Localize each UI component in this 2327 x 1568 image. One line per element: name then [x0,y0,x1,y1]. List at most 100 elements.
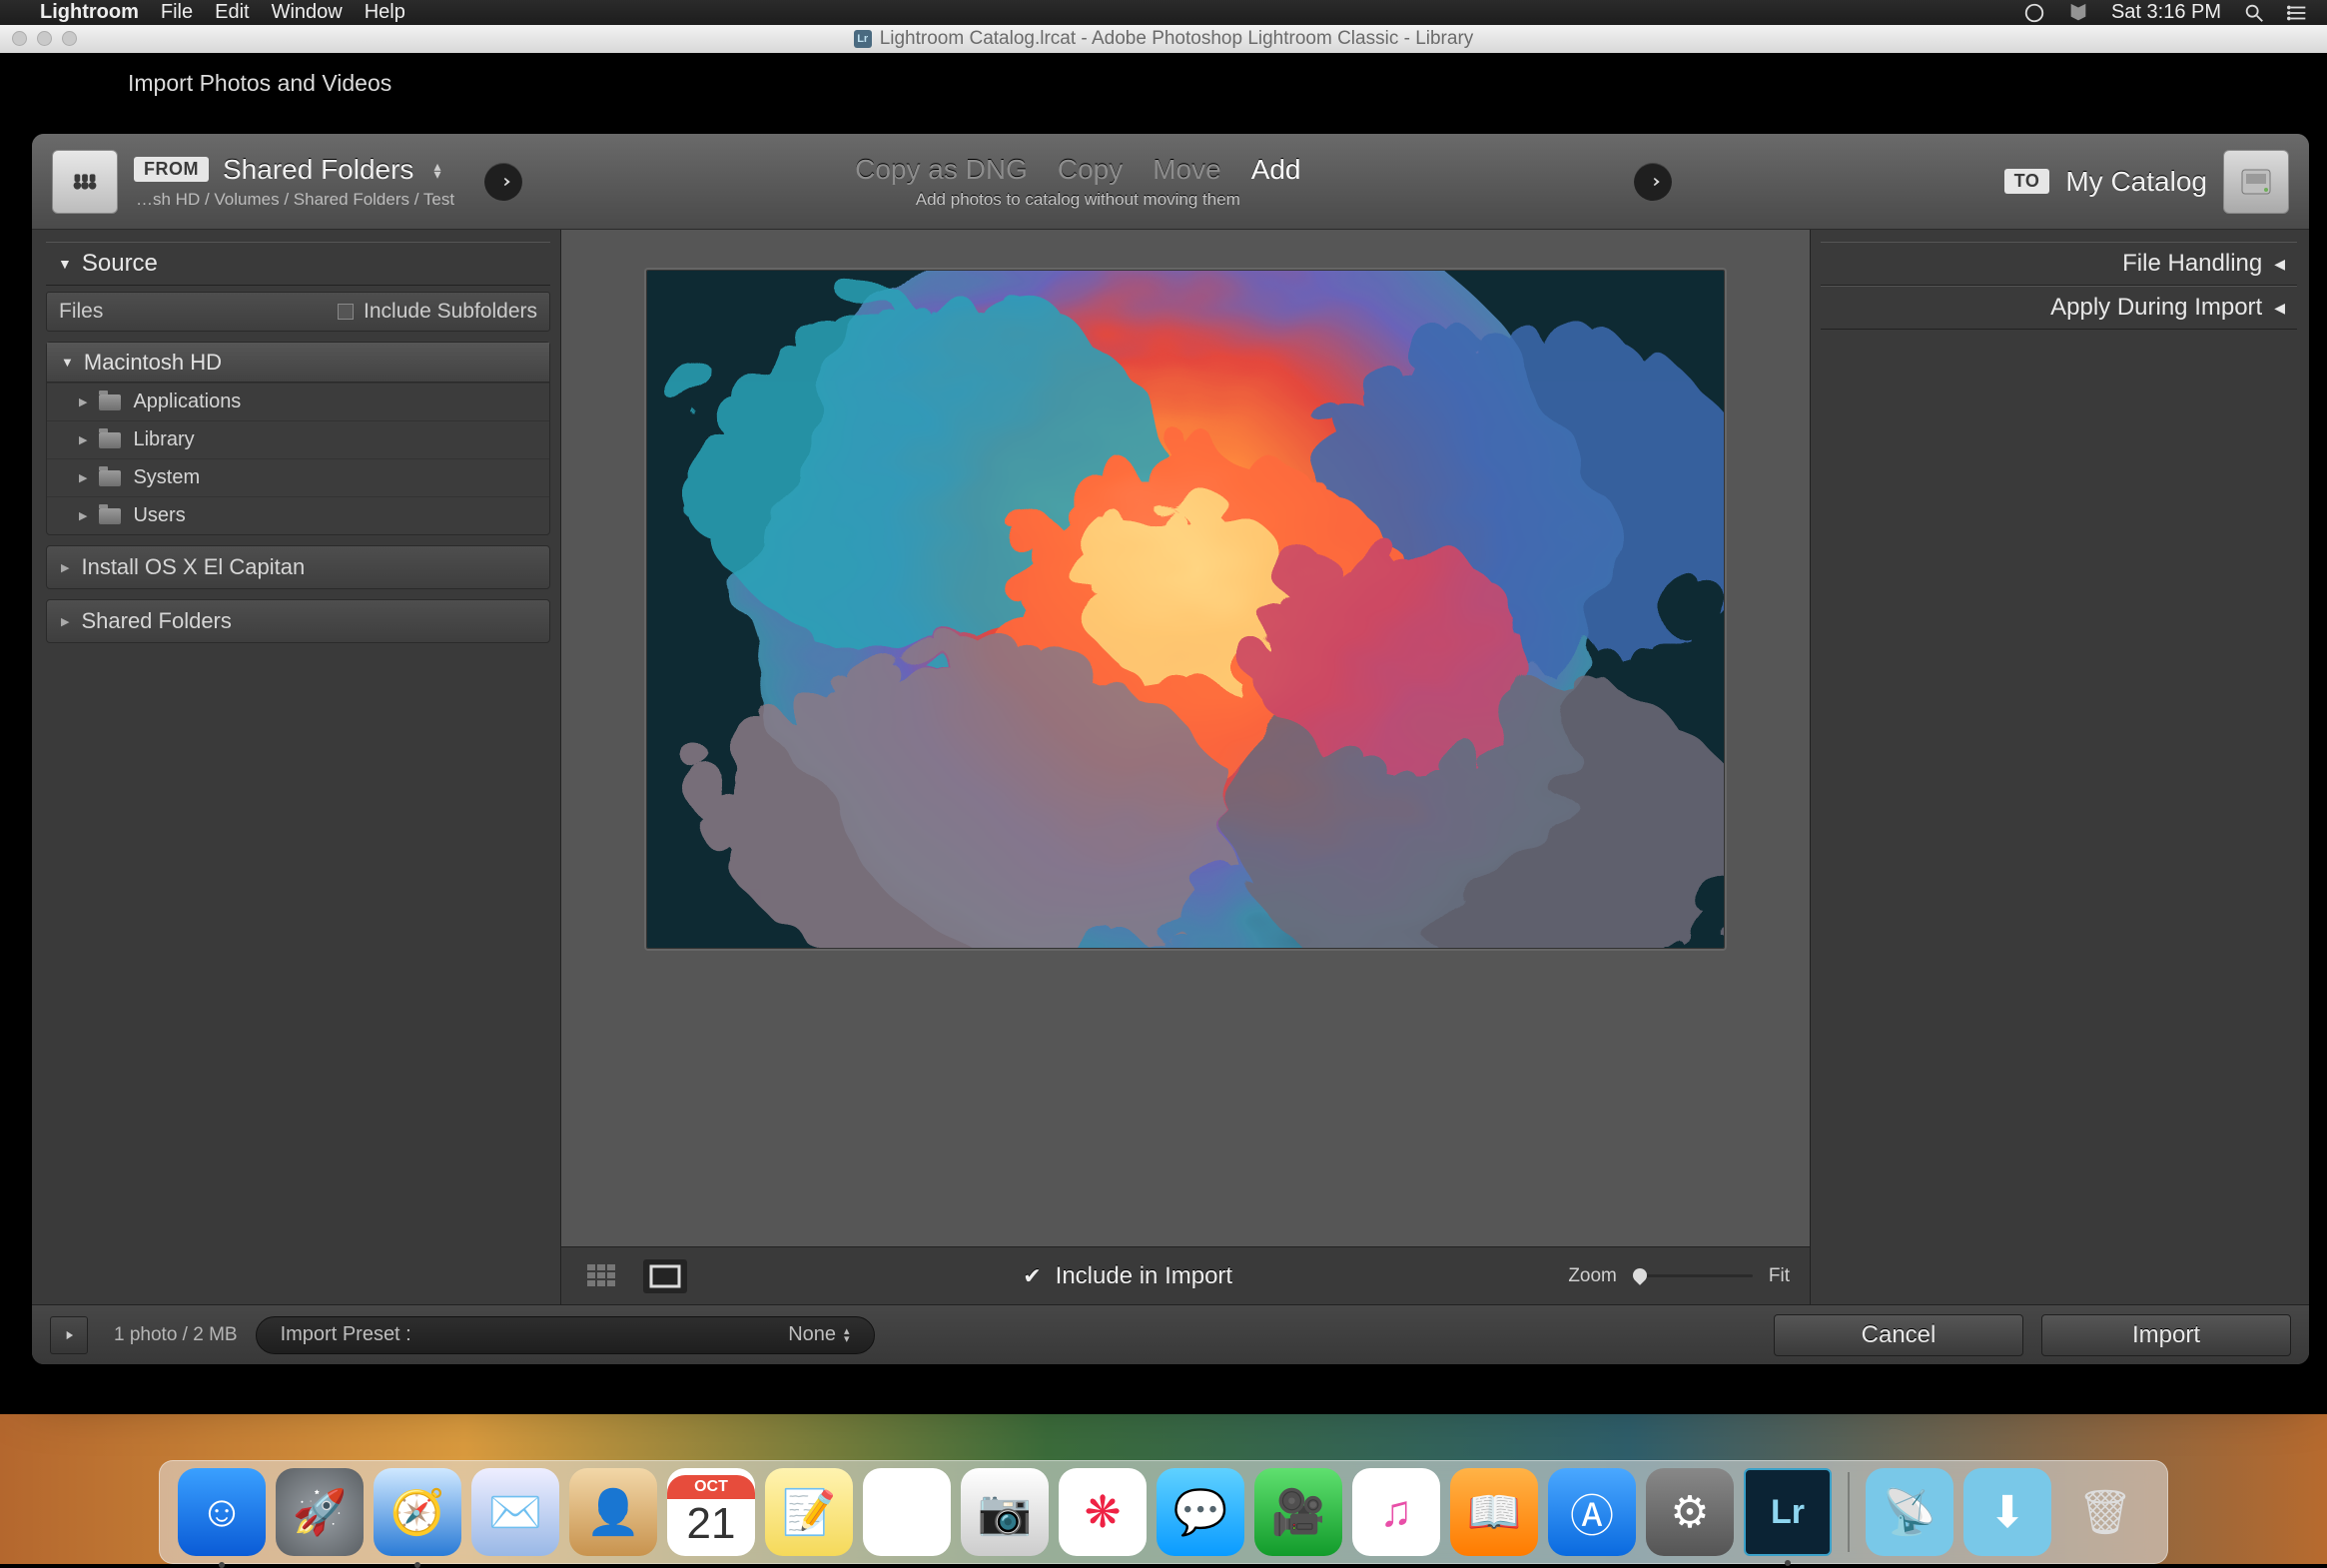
dock-app-reminders[interactable]: ▥ [863,1468,951,1556]
mode-move[interactable]: Move [1153,154,1220,186]
folder-label: Applications [133,391,241,413]
updown-icon: ▴▾ [844,1327,850,1343]
menu-file[interactable]: File [161,1,193,24]
dock-app-ibooks[interactable]: 📖 [1450,1468,1538,1556]
source-section-header[interactable]: ▼ Source [46,242,550,286]
include-subfolders-checkbox[interactable] [338,304,354,320]
dock-app-safari[interactable]: 🧭 [374,1468,461,1556]
import-button[interactable]: Import [2041,1314,2291,1356]
source-title[interactable]: Shared Folders [223,154,413,186]
folder-icon [99,394,121,410]
dock-app-photobooth[interactable]: 📷 [961,1468,1049,1556]
folder-library[interactable]: ▶Library [47,420,549,458]
file-handling-header[interactable]: File Handling ◀ [1821,242,2297,286]
arrow-to-icon [1634,163,1672,201]
volume-install-osx[interactable]: ▶Install OS X El Capitan [46,545,550,589]
chevron-down-icon: ▼ [61,355,74,370]
photo-count: 1 photo / 2 MB [114,1324,238,1346]
close-window-button[interactable] [12,31,27,46]
settings-panel: File Handling ◀ Apply During Import ◀ [1810,230,2309,1304]
chevron-left-icon: ◀ [2274,300,2285,317]
import-preset-value: None [788,1323,836,1346]
window-title: Lightroom Catalog.lrcat - Adobe Photosho… [880,28,1474,50]
dock-separator [1848,1472,1850,1552]
dock: ☺🚀🧭✉️👤OCT21📝▥📷❋💬🎥♫📖Ⓐ⚙Lr 📡⬇🗑 [159,1460,2168,1564]
fit-label[interactable]: Fit [1769,1265,1790,1287]
chevron-left-icon: ◀ [2274,256,2285,273]
import-dialog-header-peek: Import Photos and Videos [128,70,391,97]
grid-view-button[interactable] [581,1259,625,1293]
source-picker-icon[interactable]: ▴▾ [433,162,440,178]
menubar-clock[interactable]: Sat 3:16 PM [2111,1,2221,24]
mode-copy-dng[interactable]: Copy as DNG [855,154,1028,186]
dock-app-lightroom[interactable]: Lr [1744,1468,1832,1556]
chevron-right-icon: ▶ [61,561,69,574]
loupe-view-button[interactable] [643,1259,687,1293]
chevron-down-icon: ▼ [58,256,72,272]
import-footer: 1 photo / 2 MB Import Preset : None▴▾ Ca… [32,1304,2309,1364]
zoom-window-button[interactable] [62,31,77,46]
window-titlebar: Lr Lightroom Catalog.lrcat - Adobe Photo… [0,25,2327,53]
chevron-right-icon: ▶ [79,433,87,446]
volume-macintosh-hd[interactable]: ▼ Macintosh HD [47,343,549,383]
import-preset-picker[interactable]: Import Preset : None▴▾ [256,1316,875,1354]
source-path: …sh HD / Volumes / Shared Folders / Test [136,190,454,210]
dock-app-airdrop[interactable]: 📡 [1866,1468,1953,1556]
dock-app-sysprefs[interactable]: ⚙ [1646,1468,1734,1556]
apply-during-import-label: Apply During Import [2050,294,2262,322]
dock-app-trash[interactable]: 🗑 [2061,1468,2149,1556]
zoom-slider[interactable] [1633,1274,1753,1277]
volume-tree: ▼ Macintosh HD ▶ Applications ▶Library ▶S… [46,342,550,535]
minimize-import-button[interactable] [50,1316,88,1354]
folder-system[interactable]: ▶System [47,458,549,496]
dock-app-photos[interactable]: ❋ [1059,1468,1147,1556]
include-label: Include in Import [1056,1262,1232,1290]
spotlight-icon[interactable] [2243,2,2265,24]
source-drive-icon[interactable] [52,150,118,214]
destination-title[interactable]: My Catalog [2065,166,2207,198]
dock-app-appstore[interactable]: Ⓐ [1548,1468,1636,1556]
cancel-button[interactable]: Cancel [1774,1314,2023,1356]
folder-applications[interactable]: ▶ Applications [47,383,549,420]
dock-app-calendar[interactable]: OCT21 [667,1468,755,1556]
photo-thumbnail[interactable] [646,270,1725,949]
dock-wrap: ☺🚀🧭✉️👤OCT21📝▥📷❋💬🎥♫📖Ⓐ⚙Lr 📡⬇🗑 [0,1434,2327,1564]
volume-shared-folders[interactable]: ▶Shared Folders [46,599,550,643]
arrow-from-icon [484,163,522,201]
file-handling-label: File Handling [2122,250,2262,278]
dock-app-itunes[interactable]: ♫ [1352,1468,1440,1556]
folder-users[interactable]: ▶Users [47,496,549,534]
minimize-window-button[interactable] [37,31,52,46]
source-panel: ▼ Source Files Include Subfolders ▼ Maci… [32,230,561,1304]
chevron-right-icon: ▶ [79,395,87,408]
mode-copy[interactable]: Copy [1058,154,1123,186]
preview-panel: ✔ Include in Import Zoom Fit [561,230,1810,1304]
traffic-lights[interactable] [12,31,77,46]
dock-app-downloads[interactable]: ⬇ [1963,1468,2051,1556]
macos-menubar: Lightroom File Edit Window Help Sat 3:16… [0,0,2327,25]
app-menu[interactable]: Lightroom [40,1,139,24]
menu-help[interactable]: Help [365,1,405,24]
chevron-right-icon: ▶ [61,615,69,628]
dock-app-notes[interactable]: 📝 [765,1468,853,1556]
to-badge: TO [2004,169,2050,194]
mode-add[interactable]: Add [1251,154,1301,186]
dock-app-launchpad[interactable]: 🚀 [276,1468,364,1556]
dock-app-contacts[interactable]: 👤 [569,1468,657,1556]
script-menu-icon[interactable] [2067,2,2089,24]
menu-window[interactable]: Window [272,1,343,24]
creative-cloud-icon[interactable] [2023,2,2045,24]
dock-app-messages[interactable]: 💬 [1157,1468,1244,1556]
destination-drive-icon[interactable] [2223,150,2289,214]
dock-app-facetime[interactable]: 🎥 [1254,1468,1342,1556]
include-in-import-toggle[interactable]: ✔ Include in Import [705,1262,1550,1290]
apply-during-import-header[interactable]: Apply During Import ◀ [1821,286,2297,330]
menu-edit[interactable]: Edit [215,1,249,24]
import-dialog: FROM Shared Folders ▴▾ …sh HD / Volumes … [32,134,2309,1364]
notification-center-icon[interactable] [2287,2,2309,24]
dock-app-finder[interactable]: ☺ [178,1468,266,1556]
app-doc-icon: Lr [854,30,872,48]
files-row: Files Include Subfolders [46,292,550,332]
zoom-slider-knob[interactable] [1630,1265,1650,1285]
dock-app-mail[interactable]: ✉️ [471,1468,559,1556]
